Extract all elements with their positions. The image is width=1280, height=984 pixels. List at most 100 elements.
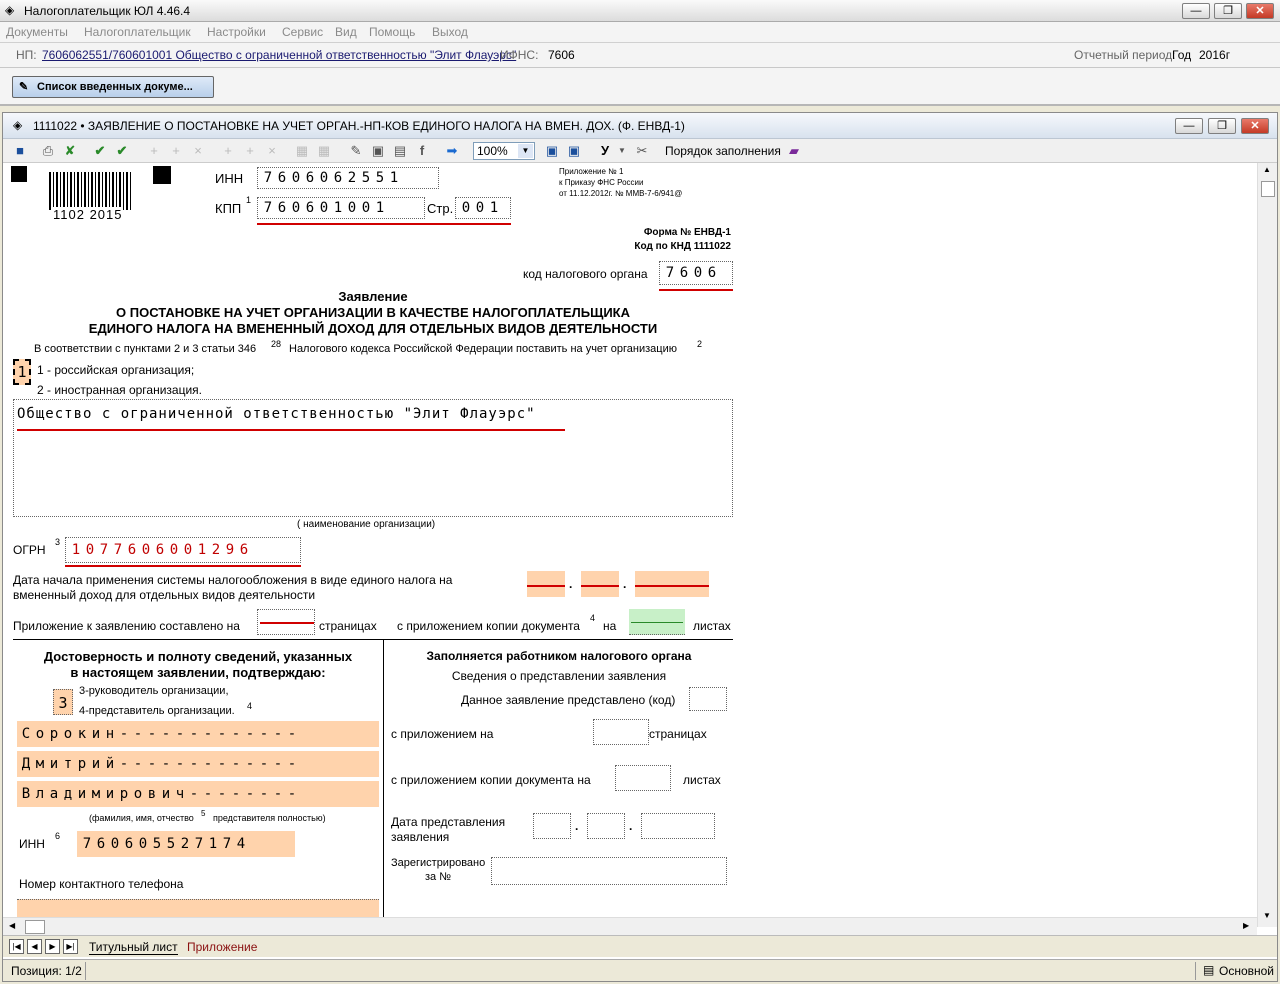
ifns-value: 7606 <box>548 48 575 62</box>
inn2-field[interactable]: 760605527174 <box>77 831 295 857</box>
doc-restore-button[interactable]: ❐ <box>1208 118 1236 134</box>
basis-footnote: 28 <box>271 339 282 349</box>
u-button[interactable]: У <box>597 142 613 160</box>
office-reg-field[interactable] <box>491 857 727 885</box>
attachment-pages-field[interactable] <box>257 609 315 635</box>
arrow-right-icon[interactable]: ➡ <box>443 142 461 160</box>
calendar-icon[interactable]: ▤ <box>391 142 409 160</box>
add-pages-icon[interactable]: + <box>241 142 259 160</box>
doc-minimize-button[interactable]: — <box>1175 118 1203 134</box>
calculator-icon[interactable]: ▣ <box>369 142 387 160</box>
kpp-field[interactable]: 760601001 <box>257 197 425 219</box>
u-chevron-icon[interactable]: ▼ <box>613 142 631 160</box>
last-sheet-icon[interactable]: ▶| <box>63 939 78 954</box>
tools-icon[interactable]: ✂ <box>633 142 651 160</box>
minimize-button[interactable]: — <box>1182 3 1210 19</box>
menu-taxpayer[interactable]: Налогоплательщик <box>84 25 191 39</box>
check-all-icon[interactable]: ✔ <box>113 142 131 160</box>
char-cell: - <box>245 726 255 742</box>
char-cell: - <box>175 756 185 772</box>
char-cell: 1 <box>489 200 499 216</box>
view-icon[interactable]: ▣ <box>543 142 561 160</box>
delete-sheet-icon[interactable]: ▦ <box>315 142 333 160</box>
office-code-label: Данное заявление представлено (код) <box>461 693 676 707</box>
office-year-field[interactable] <box>641 813 715 839</box>
office-pages-field[interactable] <box>593 719 649 745</box>
menu-settings[interactable]: Настройки <box>207 25 266 39</box>
chevron-down-icon[interactable]: ▼ <box>518 144 533 158</box>
office-day-field[interactable] <box>533 813 571 839</box>
office-pages-label: страницах <box>649 727 707 741</box>
menu-help[interactable]: Помощь <box>369 25 415 39</box>
delete-row-icon[interactable]: × <box>189 142 207 160</box>
add-row-icon[interactable]: + <box>145 142 163 160</box>
zoom-select[interactable]: 100% ▼ <box>473 142 535 160</box>
scroll-up-icon[interactable]: ▲ <box>1263 165 1271 174</box>
form-number: Форма № ЕНВД-1 <box>643 227 731 238</box>
document-list-button[interactable]: ✎ Список введенных докуме... <box>12 76 214 98</box>
tab-title-sheet[interactable]: Титульный лист <box>89 940 178 955</box>
fio-caption-2: представителя полностью) <box>213 813 326 823</box>
scroll-thumb[interactable] <box>1261 181 1275 197</box>
close-button[interactable]: ✕ <box>1246 3 1274 19</box>
status-position: Позиция: 1/2 <box>11 964 82 978</box>
org-name-caption: ( наименование организации) <box>297 519 436 530</box>
add-page-icon[interactable]: + <box>219 142 237 160</box>
menu-documents[interactable]: Документы <box>6 25 68 39</box>
start-month-field[interactable] <box>581 571 619 597</box>
firstname-field[interactable]: Дмитрий------------- <box>17 751 379 777</box>
save-icon[interactable]: ■ <box>11 142 29 160</box>
patronymic-field[interactable]: Владимирович-------- <box>17 781 379 807</box>
fill-order-button[interactable]: Порядок заполнения <box>665 144 781 158</box>
add-rows-icon[interactable]: + <box>167 142 185 160</box>
first-sheet-icon[interactable]: |◀ <box>9 939 24 954</box>
char-cell: 7 <box>82 836 92 852</box>
vertical-scrollbar[interactable]: ▲ ▼ <box>1257 163 1277 927</box>
office-month-field[interactable] <box>587 813 625 839</box>
export-excel-icon[interactable]: ✘ <box>61 142 79 160</box>
attachment-sheets-field[interactable] <box>629 609 685 635</box>
doc-close-button[interactable]: ✕ <box>1241 118 1269 134</box>
formula-icon[interactable]: f <box>413 142 431 160</box>
delete-page-icon[interactable]: × <box>263 142 281 160</box>
office-code-field[interactable] <box>689 687 727 711</box>
next-sheet-icon[interactable]: ▶ <box>45 939 60 954</box>
scroll-left-icon[interactable]: ◀ <box>9 921 15 930</box>
scroll-right-icon[interactable]: ▶ <box>1243 921 1249 930</box>
ogrn-field[interactable]: 1077606001296 <box>65 537 301 563</box>
org-type-field[interactable]: 1 <box>13 359 31 385</box>
np-link[interactable]: 7606062551/760601001 Общество с ограниче… <box>42 48 516 62</box>
view-alt-icon[interactable]: ▣ <box>565 142 583 160</box>
office-reg-label-2: за № <box>425 871 452 883</box>
edit-icon[interactable]: ✎ <box>347 142 365 160</box>
scroll-down-icon[interactable]: ▼ <box>1263 911 1271 920</box>
char-cell: - <box>119 756 129 772</box>
char-cell: - <box>217 786 227 802</box>
tax-office-code-field[interactable]: 7606 <box>659 261 733 285</box>
prev-sheet-icon[interactable]: ◀ <box>27 939 42 954</box>
book-icon[interactable]: ▰ <box>785 142 803 160</box>
start-year-field[interactable] <box>635 571 709 597</box>
start-day-field[interactable] <box>527 571 565 597</box>
char-cell: й <box>105 756 115 772</box>
restore-button[interactable]: ❐ <box>1214 3 1242 19</box>
page-field[interactable]: 001 <box>455 197 511 219</box>
menu-service[interactable]: Сервис <box>282 25 323 39</box>
add-sheet-icon[interactable]: ▦ <box>293 142 311 160</box>
signer-code-field[interactable]: 3 <box>53 689 73 715</box>
tab-appendix[interactable]: Приложение <box>187 940 257 954</box>
office-sheets-field[interactable] <box>615 765 671 791</box>
inn-field[interactable]: 7606062551 <box>257 167 439 189</box>
horizontal-scrollbar[interactable]: ◀ ▶ <box>3 917 1257 935</box>
print-icon[interactable]: ⎙ <box>39 142 57 160</box>
char-cell: р <box>77 756 87 772</box>
hscroll-thumb[interactable] <box>25 920 45 934</box>
char-cell: - <box>245 756 255 772</box>
org-name-field[interactable]: Общество с ограниченной ответственностью… <box>13 399 733 517</box>
check-icon[interactable]: ✔ <box>91 142 109 160</box>
status-divider <box>85 962 86 980</box>
period-label: Отчетный период: <box>1074 48 1176 62</box>
surname-field[interactable]: Сорокин------------- <box>17 721 379 747</box>
menu-view[interactable]: Вид <box>335 25 357 39</box>
menu-exit[interactable]: Выход <box>432 25 468 39</box>
